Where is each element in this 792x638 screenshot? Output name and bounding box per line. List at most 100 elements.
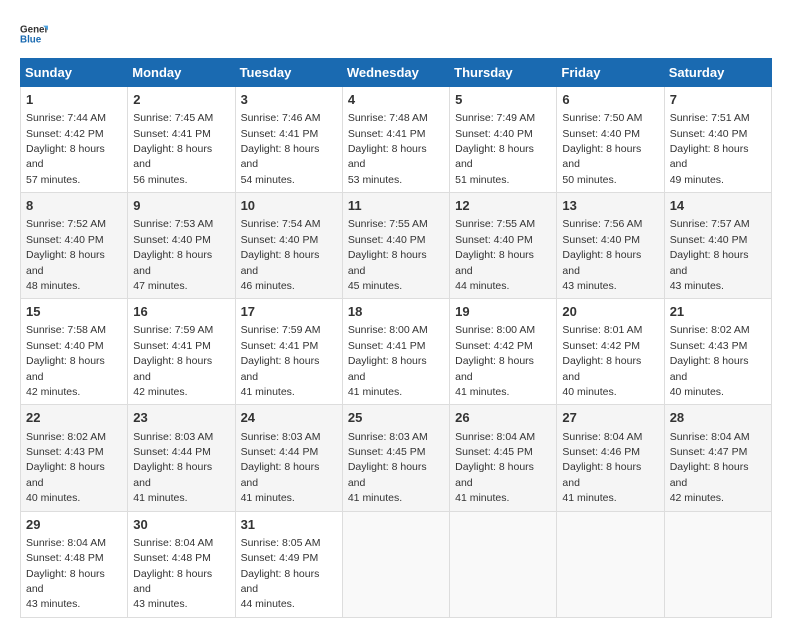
calendar-week-3: 15 Sunrise: 7:58 AMSunset: 4:40 PMDayligh… bbox=[21, 299, 772, 405]
header-saturday: Saturday bbox=[664, 59, 771, 87]
day-info: Sunrise: 7:48 AMSunset: 4:41 PMDaylight:… bbox=[348, 112, 428, 186]
day-info: Sunrise: 7:59 AMSunset: 4:41 PMDaylight:… bbox=[133, 324, 213, 398]
calendar-cell: 17 Sunrise: 7:59 AMSunset: 4:41 PMDayligh… bbox=[235, 299, 342, 405]
day-number: 5 bbox=[455, 91, 551, 109]
page-header: General Blue bbox=[20, 20, 772, 48]
day-info: Sunrise: 8:04 AMSunset: 4:47 PMDaylight:… bbox=[670, 431, 750, 505]
day-info: Sunrise: 7:50 AMSunset: 4:40 PMDaylight:… bbox=[562, 112, 642, 186]
day-number: 29 bbox=[26, 516, 122, 534]
day-info: Sunrise: 7:46 AMSunset: 4:41 PMDaylight:… bbox=[241, 112, 321, 186]
day-number: 9 bbox=[133, 197, 229, 215]
day-number: 22 bbox=[26, 409, 122, 427]
calendar-week-5: 29 Sunrise: 8:04 AMSunset: 4:48 PMDayligh… bbox=[21, 511, 772, 617]
day-info: Sunrise: 7:44 AMSunset: 4:42 PMDaylight:… bbox=[26, 112, 106, 186]
day-number: 1 bbox=[26, 91, 122, 109]
header-monday: Monday bbox=[128, 59, 235, 87]
calendar-cell: 13 Sunrise: 7:56 AMSunset: 4:40 PMDayligh… bbox=[557, 193, 664, 299]
day-number: 11 bbox=[348, 197, 444, 215]
calendar-cell: 2 Sunrise: 7:45 AMSunset: 4:41 PMDaylight… bbox=[128, 87, 235, 193]
calendar-cell: 1 Sunrise: 7:44 AMSunset: 4:42 PMDaylight… bbox=[21, 87, 128, 193]
day-number: 4 bbox=[348, 91, 444, 109]
calendar-cell: 31 Sunrise: 8:05 AMSunset: 4:49 PMDayligh… bbox=[235, 511, 342, 617]
day-info: Sunrise: 7:55 AMSunset: 4:40 PMDaylight:… bbox=[348, 218, 428, 292]
day-number: 30 bbox=[133, 516, 229, 534]
calendar-cell: 29 Sunrise: 8:04 AMSunset: 4:48 PMDayligh… bbox=[21, 511, 128, 617]
day-info: Sunrise: 8:02 AMSunset: 4:43 PMDaylight:… bbox=[26, 431, 106, 505]
day-number: 6 bbox=[562, 91, 658, 109]
day-info: Sunrise: 8:02 AMSunset: 4:43 PMDaylight:… bbox=[670, 324, 750, 398]
day-number: 24 bbox=[241, 409, 337, 427]
calendar-week-2: 8Sunrise: 7:52 AMSunset: 4:40 PMDaylight… bbox=[21, 193, 772, 299]
day-number: 16 bbox=[133, 303, 229, 321]
calendar-cell bbox=[664, 511, 771, 617]
calendar-week-4: 22 Sunrise: 8:02 AMSunset: 4:43 PMDayligh… bbox=[21, 405, 772, 511]
day-info: Sunrise: 7:59 AMSunset: 4:41 PMDaylight:… bbox=[241, 324, 321, 398]
day-info: Sunrise: 8:01 AMSunset: 4:42 PMDaylight:… bbox=[562, 324, 642, 398]
logo-icon: General Blue bbox=[20, 20, 48, 48]
day-number: 8 bbox=[26, 197, 122, 215]
calendar-cell: 23 Sunrise: 8:03 AMSunset: 4:44 PMDayligh… bbox=[128, 405, 235, 511]
header-friday: Friday bbox=[557, 59, 664, 87]
calendar-cell: 15 Sunrise: 7:58 AMSunset: 4:40 PMDayligh… bbox=[21, 299, 128, 405]
calendar-cell: 22 Sunrise: 8:02 AMSunset: 4:43 PMDayligh… bbox=[21, 405, 128, 511]
day-info: Sunrise: 8:03 AMSunset: 4:45 PMDaylight:… bbox=[348, 431, 428, 505]
calendar-cell: 28 Sunrise: 8:04 AMSunset: 4:47 PMDayligh… bbox=[664, 405, 771, 511]
day-number: 18 bbox=[348, 303, 444, 321]
calendar-cell: 7 Sunrise: 7:51 AMSunset: 4:40 PMDaylight… bbox=[664, 87, 771, 193]
day-info: Sunrise: 7:55 AMSunset: 4:40 PMDaylight:… bbox=[455, 218, 535, 292]
calendar-header-row: SundayMondayTuesdayWednesdayThursdayFrid… bbox=[21, 59, 772, 87]
day-info: Sunrise: 8:04 AMSunset: 4:48 PMDaylight:… bbox=[133, 537, 213, 611]
calendar-cell: 10Sunrise: 7:54 AMSunset: 4:40 PMDayligh… bbox=[235, 193, 342, 299]
day-info: Sunrise: 8:04 AMSunset: 4:46 PMDaylight:… bbox=[562, 431, 642, 505]
day-info: Sunrise: 7:53 AMSunset: 4:40 PMDaylight:… bbox=[133, 218, 213, 292]
day-number: 20 bbox=[562, 303, 658, 321]
calendar-table: SundayMondayTuesdayWednesdayThursdayFrid… bbox=[20, 58, 772, 618]
calendar-cell: 18 Sunrise: 8:00 AMSunset: 4:41 PMDayligh… bbox=[342, 299, 449, 405]
header-thursday: Thursday bbox=[450, 59, 557, 87]
day-number: 14 bbox=[670, 197, 766, 215]
day-info: Sunrise: 7:49 AMSunset: 4:40 PMDaylight:… bbox=[455, 112, 535, 186]
calendar-cell: 3 Sunrise: 7:46 AMSunset: 4:41 PMDaylight… bbox=[235, 87, 342, 193]
calendar-week-1: 1 Sunrise: 7:44 AMSunset: 4:42 PMDaylight… bbox=[21, 87, 772, 193]
svg-text:Blue: Blue bbox=[20, 34, 42, 45]
day-number: 25 bbox=[348, 409, 444, 427]
calendar-cell: 6 Sunrise: 7:50 AMSunset: 4:40 PMDaylight… bbox=[557, 87, 664, 193]
day-number: 13 bbox=[562, 197, 658, 215]
day-number: 3 bbox=[241, 91, 337, 109]
day-number: 23 bbox=[133, 409, 229, 427]
day-info: Sunrise: 8:05 AMSunset: 4:49 PMDaylight:… bbox=[241, 537, 321, 611]
day-number: 7 bbox=[670, 91, 766, 109]
calendar-cell bbox=[342, 511, 449, 617]
day-number: 12 bbox=[455, 197, 551, 215]
calendar-cell: 30 Sunrise: 8:04 AMSunset: 4:48 PMDayligh… bbox=[128, 511, 235, 617]
calendar-cell: 12 Sunrise: 7:55 AMSunset: 4:40 PMDayligh… bbox=[450, 193, 557, 299]
calendar-cell: 24Sunrise: 8:03 AMSunset: 4:44 PMDayligh… bbox=[235, 405, 342, 511]
day-info: Sunrise: 8:04 AMSunset: 4:48 PMDaylight:… bbox=[26, 537, 106, 611]
calendar-cell: 11 Sunrise: 7:55 AMSunset: 4:40 PMDayligh… bbox=[342, 193, 449, 299]
day-info: Sunrise: 7:58 AMSunset: 4:40 PMDaylight:… bbox=[26, 324, 106, 398]
day-number: 31 bbox=[241, 516, 337, 534]
day-number: 28 bbox=[670, 409, 766, 427]
calendar-cell: 16 Sunrise: 7:59 AMSunset: 4:41 PMDayligh… bbox=[128, 299, 235, 405]
day-info: Sunrise: 7:45 AMSunset: 4:41 PMDaylight:… bbox=[133, 112, 213, 186]
calendar-cell: 4 Sunrise: 7:48 AMSunset: 4:41 PMDaylight… bbox=[342, 87, 449, 193]
calendar-cell: 21Sunrise: 8:02 AMSunset: 4:43 PMDayligh… bbox=[664, 299, 771, 405]
day-info: Sunrise: 7:51 AMSunset: 4:40 PMDaylight:… bbox=[670, 112, 750, 186]
calendar-cell: 14 Sunrise: 7:57 AMSunset: 4:40 PMDayligh… bbox=[664, 193, 771, 299]
day-info: Sunrise: 7:56 AMSunset: 4:40 PMDaylight:… bbox=[562, 218, 642, 292]
day-number: 17 bbox=[241, 303, 337, 321]
day-number: 27 bbox=[562, 409, 658, 427]
calendar-cell: 26Sunrise: 8:04 AMSunset: 4:45 PMDayligh… bbox=[450, 405, 557, 511]
day-info: Sunrise: 8:03 AMSunset: 4:44 PMDaylight:… bbox=[133, 431, 213, 505]
calendar-cell: 25 Sunrise: 8:03 AMSunset: 4:45 PMDayligh… bbox=[342, 405, 449, 511]
day-number: 10 bbox=[241, 197, 337, 215]
header-sunday: Sunday bbox=[21, 59, 128, 87]
day-info: Sunrise: 8:00 AMSunset: 4:41 PMDaylight:… bbox=[348, 324, 428, 398]
day-number: 2 bbox=[133, 91, 229, 109]
calendar-cell: 9 Sunrise: 7:53 AMSunset: 4:40 PMDaylight… bbox=[128, 193, 235, 299]
day-number: 15 bbox=[26, 303, 122, 321]
logo: General Blue bbox=[20, 20, 48, 48]
day-info: Sunrise: 7:57 AMSunset: 4:40 PMDaylight:… bbox=[670, 218, 750, 292]
calendar-cell: 19Sunrise: 8:00 AMSunset: 4:42 PMDayligh… bbox=[450, 299, 557, 405]
day-number: 19 bbox=[455, 303, 551, 321]
